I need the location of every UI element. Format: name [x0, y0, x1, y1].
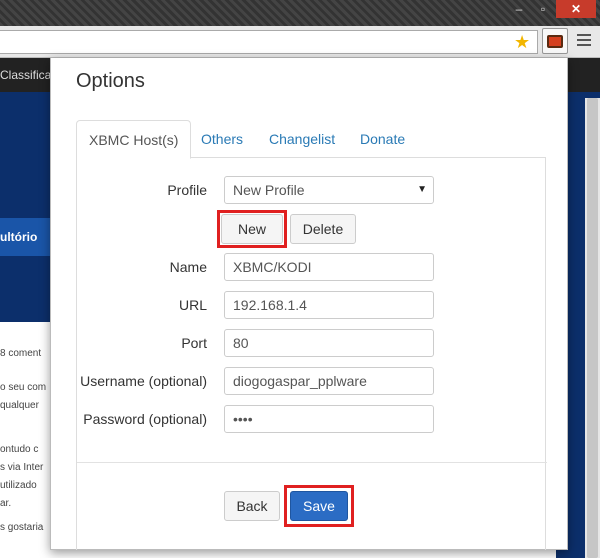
profile-select-value: New Profile — [233, 182, 305, 198]
tab-xbmc-hosts[interactable]: XBMC Host(s) — [76, 120, 192, 159]
url-label: URL — [178, 297, 207, 313]
tab-changelist[interactable]: Changelist — [257, 120, 347, 158]
background-line: s via Inter — [0, 462, 44, 473]
username-label: Username (optional) — [80, 373, 207, 389]
background-comments: 8 coment — [0, 348, 42, 359]
caret-down-icon: ▼ — [417, 184, 427, 195]
url-field[interactable]: 192.168.1.4 — [224, 291, 434, 319]
minimize-icon[interactable]: – — [508, 0, 530, 18]
browser-toolbar: ★ — [0, 26, 600, 58]
close-icon[interactable]: ✕ — [556, 0, 596, 18]
bookmark-star-icon[interactable]: ★ — [514, 32, 530, 52]
window-titlebar: – ▫ ✕ — [0, 0, 600, 26]
background-line: ontudo c — [0, 444, 39, 455]
tab-donate[interactable]: Donate — [348, 120, 417, 158]
options-dialog: Options XBMC Host(s) Others Changelist D… — [50, 58, 568, 550]
username-field[interactable]: diogogaspar_pplware — [224, 367, 434, 395]
background-nav-text: Classifica — [0, 68, 52, 82]
name-label: Name — [169, 259, 207, 275]
form-divider — [77, 462, 547, 463]
xbmc-extension-tv-icon[interactable] — [542, 28, 568, 54]
background-line: ar. — [0, 498, 12, 509]
port-label: Port — [181, 335, 207, 351]
page-scrollbar-thumb[interactable] — [587, 98, 598, 558]
delete-profile-button[interactable]: Delete — [290, 214, 356, 244]
xbmc-hosts-panel: Profile New Profile ▼ New Delete Name XB… — [76, 158, 547, 550]
port-field[interactable]: 80 — [224, 329, 434, 357]
background-line: qualquer — [0, 400, 39, 411]
back-button[interactable]: Back — [224, 491, 280, 521]
browser-menu-icon[interactable] — [577, 34, 591, 49]
background-line: o seu com — [0, 382, 47, 393]
tab-others[interactable]: Others — [189, 120, 255, 158]
background-tab: ultório — [0, 218, 52, 256]
password-label: Password (optional) — [83, 411, 207, 427]
save-button-highlight — [284, 485, 354, 527]
options-tabs: XBMC Host(s) Others Changelist Donate — [76, 120, 546, 159]
password-field[interactable]: •••• — [224, 405, 434, 433]
background-line: utilizado — [0, 480, 37, 491]
maximize-icon[interactable]: ▫ — [532, 0, 554, 18]
profile-select[interactable]: New Profile ▼ — [224, 176, 434, 204]
background-line: s gostaria — [0, 522, 44, 533]
dialog-title: Options — [76, 70, 145, 92]
profile-label: Profile — [167, 182, 207, 198]
name-field[interactable]: XBMC/KODI — [224, 253, 434, 281]
background-header — [0, 92, 52, 322]
address-bar[interactable]: ★ — [0, 30, 538, 54]
new-button-highlight — [217, 210, 287, 248]
